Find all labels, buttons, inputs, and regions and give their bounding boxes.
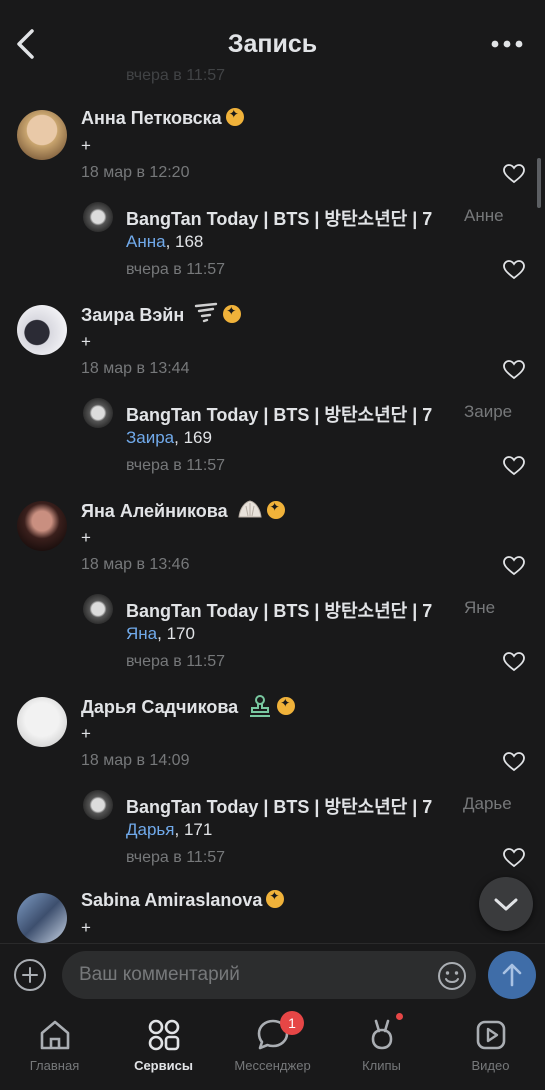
comment-text: +: [81, 332, 91, 351]
verified-badge-icon: [223, 304, 242, 323]
comment-date: 18 мар в 12:20: [81, 164, 190, 181]
comment-text: +: [81, 724, 91, 743]
mention-link[interactable]: Анна: [126, 232, 166, 251]
send-arrow-icon: [502, 963, 522, 987]
comment-text: +: [81, 918, 91, 937]
tornado-emoji-icon: [195, 302, 218, 323]
avatar[interactable]: [17, 305, 67, 355]
reply-to: Анне: [464, 206, 504, 225]
tab-services[interactable]: Сервисы: [109, 1005, 218, 1090]
reply-author[interactable]: BangTan Today | BTS | 방탄소년단 | 7: [126, 793, 456, 819]
more-dots-icon[interactable]: [489, 32, 525, 56]
verified-badge-icon: [266, 889, 285, 908]
previous-reply-date: вчера в 11:57: [126, 67, 226, 84]
like-heart-icon[interactable]: [503, 848, 525, 868]
send-button[interactable]: [488, 951, 536, 999]
messenger-badge: 1: [280, 1011, 304, 1035]
scrollbar[interactable]: [537, 158, 541, 208]
add-attachment-icon[interactable]: [13, 958, 47, 992]
tab-video[interactable]: Видео: [436, 1005, 545, 1090]
reply-to: Заире: [464, 402, 513, 421]
like-heart-icon[interactable]: [503, 164, 525, 184]
comment-text: +: [81, 528, 91, 547]
reply-date: вчера в 11:57: [126, 653, 226, 670]
mention-link[interactable]: Заира: [126, 428, 174, 447]
reply-text: Анна, 168: [126, 232, 204, 251]
reply-text: Заира, 169: [126, 428, 212, 447]
tab-label: Главная: [29, 1058, 80, 1073]
avatar[interactable]: [17, 697, 67, 747]
tab-label: Видео: [471, 1058, 510, 1073]
reply-date: вчера в 11:57: [126, 261, 226, 278]
reply-text: Яна, 170: [126, 624, 195, 643]
avatar[interactable]: [17, 501, 67, 551]
avatar[interactable]: [17, 893, 67, 943]
clips-new-dot: [396, 1013, 403, 1020]
comment-author[interactable]: Яна Алейникова: [81, 498, 285, 522]
avatar[interactable]: [17, 110, 67, 160]
mention-link[interactable]: Дарья: [126, 820, 175, 839]
tab-bar: Главная Сервисы Мессенджер Клипы Видео: [0, 1005, 545, 1090]
reply-date: вчера в 11:57: [126, 457, 226, 474]
verified-badge-icon: [225, 107, 244, 126]
scroll-down-button[interactable]: [479, 877, 533, 931]
verified-badge-icon: [266, 500, 285, 519]
chevron-down-icon: [494, 898, 518, 911]
home-icon: [40, 1020, 70, 1050]
like-heart-icon[interactable]: [503, 652, 525, 672]
tab-label: Сервисы: [134, 1058, 193, 1073]
tab-home[interactable]: Главная: [0, 1005, 109, 1090]
page-title: Запись: [227, 30, 318, 58]
like-heart-icon[interactable]: [503, 260, 525, 280]
like-heart-icon[interactable]: [503, 556, 525, 576]
comment-author[interactable]: Дарья Садчикова: [81, 694, 296, 718]
reply-author[interactable]: BangTan Today | BTS | 방탄소년단 | 7: [126, 401, 456, 427]
reply-author[interactable]: BangTan Today | BTS | 방탄소년단 | 7: [126, 597, 456, 623]
reply-author[interactable]: BangTan Today | BTS | 방탄소년단 | 7: [126, 205, 456, 231]
comment-composer: [0, 943, 545, 1006]
reply-avatar[interactable]: [83, 790, 113, 820]
mention-link[interactable]: Яна: [126, 624, 157, 643]
services-icon: [148, 1019, 180, 1051]
comment-date: 18 мар в 13:46: [81, 556, 190, 573]
video-icon: [476, 1020, 506, 1050]
comment-author[interactable]: Заира Вэйн: [81, 302, 242, 326]
comment-date: 18 мар в 13:44: [81, 360, 190, 377]
comment-text: +: [81, 136, 91, 155]
comment-author[interactable]: Анна Петковска: [81, 107, 244, 129]
like-heart-icon[interactable]: [503, 360, 525, 380]
reply-to: Дарье: [463, 794, 512, 813]
reply-date: вчера в 11:57: [126, 849, 226, 866]
stamp-emoji-icon: [250, 695, 271, 717]
clips-icon: [371, 1019, 393, 1050]
tab-clips[interactable]: Клипы: [327, 1005, 436, 1090]
reply-avatar[interactable]: [83, 594, 113, 624]
comment-author[interactable]: Sabina Amiraslanova: [81, 889, 285, 911]
like-heart-icon[interactable]: [503, 456, 525, 476]
reply-avatar[interactable]: [83, 398, 113, 428]
reply-avatar[interactable]: [83, 202, 113, 232]
dumpling-emoji-icon: [238, 500, 262, 518]
reply-text: Дарья, 171: [126, 820, 213, 839]
comment-date: 18 мар в 14:09: [81, 752, 190, 769]
verified-badge-icon: [277, 696, 296, 715]
reply-to: Яне: [464, 598, 496, 617]
header: Запись: [0, 0, 545, 90]
comment-input[interactable]: [62, 951, 476, 999]
tab-label: Мессенджер: [234, 1058, 311, 1073]
like-heart-icon[interactable]: [503, 752, 525, 772]
smile-emoji-icon[interactable]: [437, 961, 467, 991]
tab-label: Клипы: [362, 1058, 401, 1073]
tab-messenger[interactable]: Мессенджер: [218, 1005, 327, 1090]
